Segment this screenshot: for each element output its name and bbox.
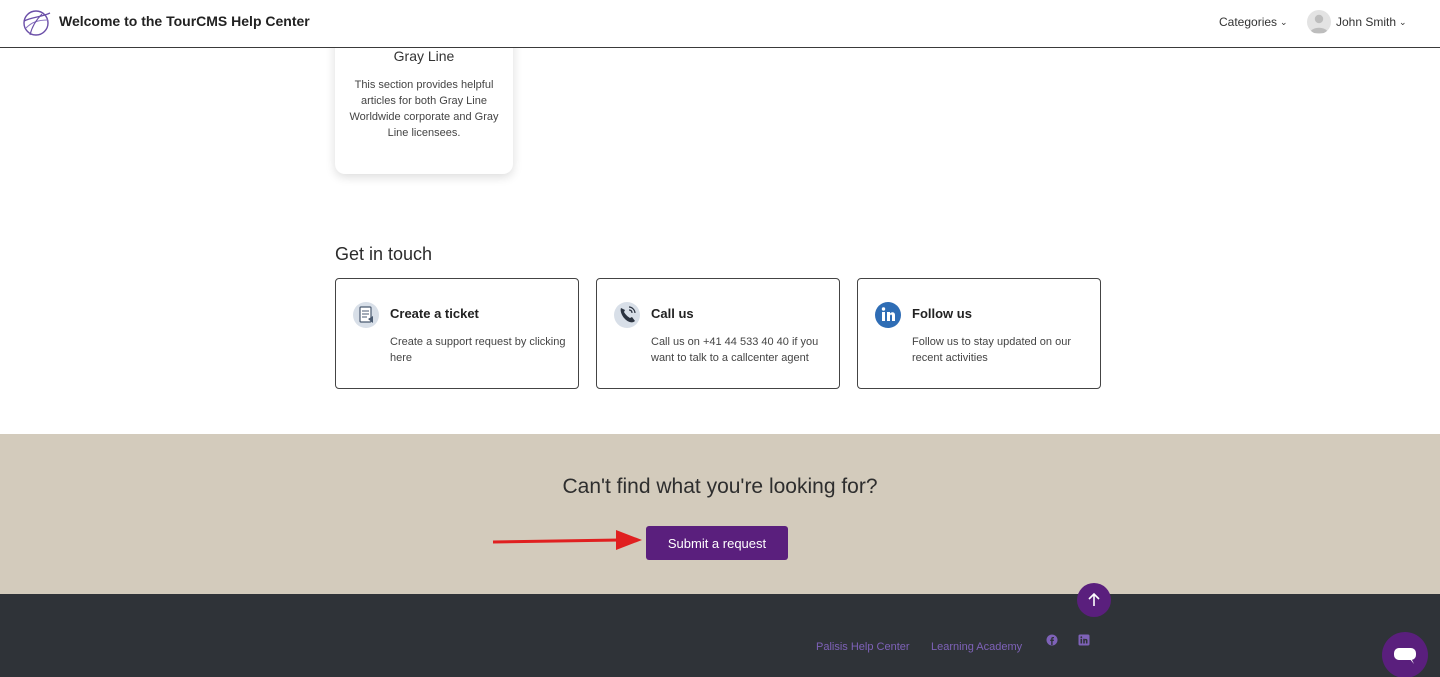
page: Welcome to the TourCMS Help Center Categ…: [0, 0, 1440, 677]
user-avatar-icon: [1310, 14, 1328, 33]
top-header: Welcome to the TourCMS Help Center Categ…: [0, 0, 1440, 48]
category-title: Gray Line: [393, 48, 455, 64]
footer-link-palisis-help-center[interactable]: Palisis Help Center: [816, 641, 910, 653]
card-title: Create a ticket: [390, 306, 479, 321]
user-name-label: John Smith: [1336, 15, 1397, 29]
follow-us-card[interactable]: Follow us Follow us to stay updated on o…: [857, 278, 1101, 389]
red-arrow-annotation-icon: [492, 530, 642, 550]
chevron-down-icon: ⌄: [1399, 17, 1407, 27]
linkedin-icon: [875, 302, 901, 328]
user-avatar[interactable]: [1307, 10, 1331, 34]
card-description: Follow us to stay updated on our recent …: [912, 336, 1071, 364]
chat-widget-button[interactable]: [1382, 632, 1428, 677]
categories-label: Categories: [1219, 15, 1278, 29]
submit-request-button[interactable]: Submit a request: [646, 526, 788, 560]
footer: [0, 594, 1440, 677]
linkedin-icon[interactable]: [1078, 634, 1090, 646]
category-card-gray-line[interactable]: Gray Line This section provides helpful …: [335, 30, 513, 174]
category-description: This section provides helpful articles f…: [349, 79, 499, 139]
card-description: Create a support request by clicking her…: [390, 336, 566, 364]
scroll-to-top-button[interactable]: [1077, 583, 1111, 617]
card-title: Call us: [651, 306, 694, 321]
chat-bubble-icon: [1394, 648, 1416, 664]
card-title: Follow us: [912, 306, 972, 321]
get-in-touch-heading: Get in touch: [335, 244, 433, 264]
site-title[interactable]: Welcome to the TourCMS Help Center: [59, 13, 310, 29]
footer-link-learning-academy[interactable]: Learning Academy: [931, 641, 1022, 653]
chevron-down-icon: ⌄: [1280, 17, 1288, 27]
call-us-card[interactable]: Call us Call us on +41 44 533 40 40 if y…: [596, 278, 840, 389]
document-ticket-icon: [353, 302, 379, 328]
phone-icon: [614, 302, 640, 328]
cta-section: Can't find what you're looking for? Subm…: [0, 434, 1440, 594]
categories-menu[interactable]: Categories ⌄: [1219, 15, 1288, 29]
arrow-up-icon: [1088, 592, 1100, 606]
tourcms-logo-icon[interactable]: [20, 8, 52, 38]
user-menu[interactable]: John Smith ⌄: [1336, 15, 1407, 29]
create-ticket-card[interactable]: Create a ticket Create a support request…: [335, 278, 579, 389]
card-description: Call us on +41 44 533 40 40 if you want …: [651, 336, 819, 364]
facebook-icon[interactable]: [1046, 634, 1058, 646]
cta-heading: Can't find what you're looking for?: [562, 475, 878, 498]
